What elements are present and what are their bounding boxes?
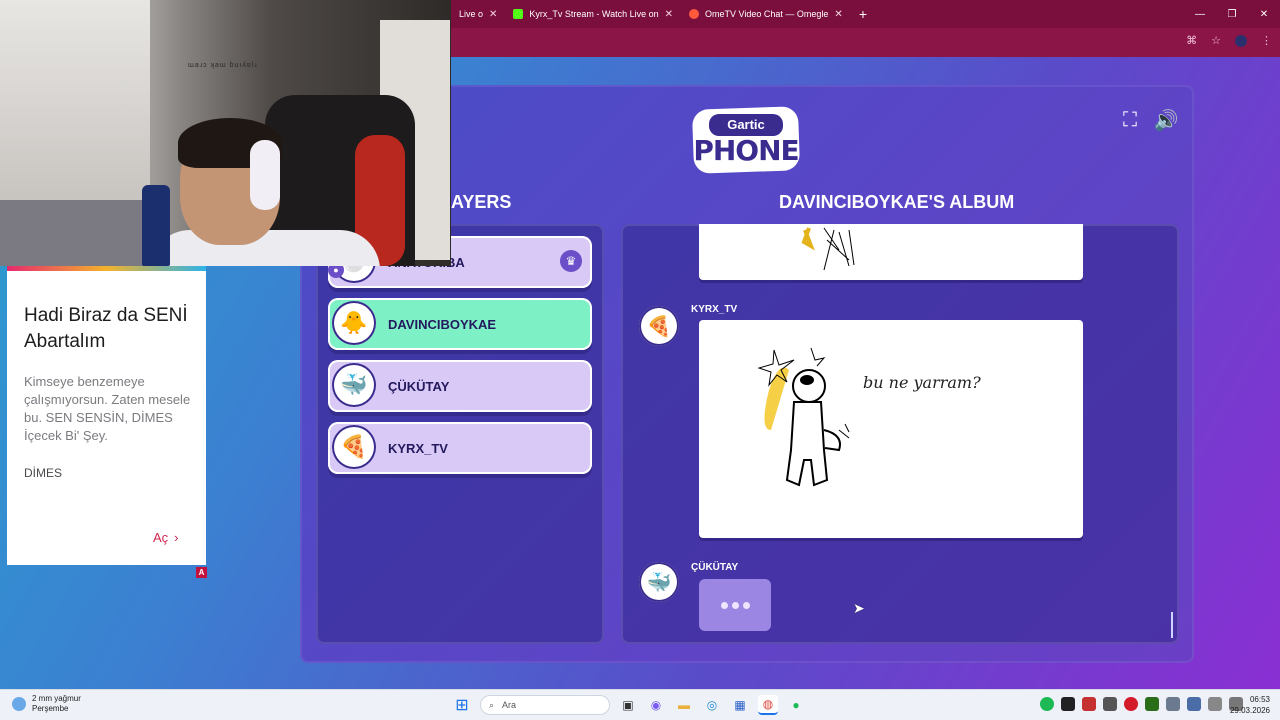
fullscreen-icon[interactable]: ⛶	[1118, 108, 1142, 132]
ad-open-link[interactable]: Aç ›	[153, 530, 179, 545]
player-avatar: 🐳	[332, 363, 376, 407]
streamer-body	[150, 230, 380, 266]
app-tray-icon[interactable]	[1082, 697, 1096, 711]
tab-label: Kyrx_Tv Stream - Watch Live on	[529, 9, 659, 19]
close-icon[interactable]: ✕	[489, 9, 497, 20]
profile-avatar[interactable]	[1235, 34, 1247, 47]
game-top-icons: ⛶ 🔊	[1118, 108, 1178, 132]
ad-badge[interactable]: A	[196, 567, 207, 578]
typing-indicator	[699, 579, 771, 631]
author-avatar: 🐳	[639, 562, 679, 602]
window-controls: — ❐ ✕	[1184, 0, 1280, 28]
gartic-phone-logo: Gartic PHONE	[687, 104, 805, 176]
tab-live[interactable]: Live o ✕	[451, 0, 505, 28]
author-name: KYRX_TV	[691, 304, 738, 315]
translate-icon[interactable]: ⌘	[1186, 34, 1197, 47]
app-tray-icon[interactable]	[1061, 697, 1075, 711]
player-avatar: 🐥	[332, 301, 376, 345]
edge-icon[interactable]: ◎	[702, 695, 722, 715]
author-avatar: 🍕	[639, 306, 679, 346]
ometv-icon	[689, 9, 700, 19]
author-name: ÇÜKÜTAY	[691, 562, 739, 573]
taskbar-search[interactable]: ⌕ Ara	[480, 695, 610, 715]
drawing-canvas	[699, 224, 1083, 280]
minimize-button[interactable]: —	[1184, 0, 1216, 28]
weather-widget[interactable]: 2 mm yağmur Perşembe	[12, 694, 81, 714]
water-bottle	[142, 185, 170, 266]
tab-label: Live o	[459, 9, 484, 19]
close-icon[interactable]: ✕	[665, 9, 673, 20]
ad-open-label: Aç	[153, 530, 169, 545]
kick-icon	[513, 9, 524, 19]
player-card-active: 🐥 DAVINCIBOYKAE	[328, 298, 592, 350]
rain-icon	[12, 697, 26, 711]
crown-icon: ♛	[560, 250, 582, 272]
ad-title: Hadi Biraz da SENİ Abartalım	[24, 305, 188, 352]
mouse-cursor-icon: ➤	[853, 600, 865, 616]
clock-time: 06:53	[1249, 695, 1270, 704]
webcam-caption: ɯaɹɔ ʞaɯ ɓuıʎɐlɹ	[188, 62, 258, 69]
windows-taskbar: 2 mm yağmur Perşembe ⊞ ⌕ Ara ▣ ◉ ▬ ◎ ▦ ◍…	[0, 689, 1280, 720]
taskbar-clock[interactable]: 06:53 29.03.2026	[1226, 694, 1270, 716]
windows-start-icon[interactable]: ⊞	[452, 695, 472, 715]
usb-icon[interactable]	[1166, 697, 1180, 711]
bed	[0, 200, 160, 266]
ad-color-strip	[7, 266, 206, 271]
players-title: AYERS	[451, 192, 512, 212]
player-avatar: 🍕	[332, 425, 376, 469]
players-list: 🐣 ANATORIBA ♛ ● 🐥 DAVINCIBOYKAE 🐳 ÇÜKÜTA…	[316, 224, 604, 644]
webcam-overlay: ɯaɹɔ ʞaɯ ɓuıʎɐlɹ	[0, 0, 451, 266]
album-title: DAVINCIBOYKAE'S ALBUM	[779, 192, 1015, 212]
album-panel: 🍕 KYRX_TV bu ne yarram? 🐳 ÇÜKÜTAY	[621, 224, 1179, 644]
search-icon: ⌕	[489, 699, 495, 710]
new-tab-button[interactable]: +	[851, 6, 875, 22]
weather-line-1: 2 mm yağmur	[32, 694, 81, 703]
tab-ometv[interactable]: OmeTV Video Chat — Omegle ✕	[681, 0, 851, 28]
file-explorer-icon[interactable]: ▬	[674, 695, 694, 715]
spotify-icon[interactable]: ●	[786, 695, 806, 715]
close-icon[interactable]: ✕	[834, 9, 842, 20]
app-tray-icon[interactable]	[1124, 697, 1138, 711]
copilot-icon[interactable]: ◉	[646, 695, 666, 715]
bookmark-star-icon[interactable]: ☆	[1211, 34, 1221, 47]
drawing-sketch	[757, 347, 850, 487]
drawing-canvas: bu ne yarram?	[699, 320, 1083, 538]
player-card: 🍕 KYRX_TV	[328, 422, 592, 474]
search-placeholder: Ara	[502, 700, 517, 710]
task-view-icon[interactable]: ▣	[618, 695, 638, 715]
close-window-button[interactable]: ✕	[1248, 0, 1280, 28]
headset	[250, 140, 280, 210]
player-name: KYRX_TV	[388, 440, 448, 456]
ad-body: Kimseye benzemeye çalışmıyorsun. Zaten m…	[24, 374, 191, 443]
advertisement-card[interactable]: Hadi Biraz da SENİ Abartalım Kimseye ben…	[7, 266, 206, 565]
chrome-icon[interactable]: ◍	[758, 695, 778, 715]
taskbar-apps: ⊞ ⌕ Ara ▣ ◉ ▬ ◎ ▦ ◍ ●	[452, 695, 806, 715]
player-card: 🐳 ÇÜKÜTAY	[328, 360, 592, 412]
restore-button[interactable]: ❐	[1216, 0, 1248, 28]
address-bar-icons: ⌘ ☆ ⋮	[1186, 34, 1272, 47]
clock-date: 29.03.2026	[1229, 706, 1270, 715]
logo-top-text: Gartic	[709, 114, 783, 136]
tab-label: OmeTV Video Chat — Omegle	[705, 9, 829, 19]
logo-bottom-text: PHONE	[693, 134, 799, 167]
volume-icon[interactable]: 🔊	[1154, 108, 1179, 132]
network-icon[interactable]	[1208, 697, 1222, 711]
drawing-sketch	[801, 227, 855, 271]
app-tray-icon[interactable]	[1103, 697, 1117, 711]
player-name: ÇÜKÜTAY	[388, 378, 450, 394]
system-tray	[1040, 697, 1243, 711]
app-tray-icon[interactable]	[1145, 697, 1159, 711]
tab-kick-stream[interactable]: Kyrx_Tv Stream - Watch Live on ✕	[505, 0, 681, 28]
player-name: DAVINCIBOYKAE	[388, 316, 497, 332]
menu-kebab-icon[interactable]: ⋮	[1261, 34, 1272, 47]
weather-text: 2 mm yağmur Perşembe	[32, 694, 81, 714]
weather-line-2: Perşembe	[32, 704, 69, 713]
album-scrollbar[interactable]	[1171, 612, 1173, 638]
spotify-tray-icon[interactable]	[1040, 697, 1054, 711]
app-tray-icon[interactable]	[1187, 697, 1201, 711]
drawing-text: bu ne yarram?	[863, 373, 981, 392]
ad-brand: DİMES	[24, 466, 63, 480]
chevron-right-icon: ›	[174, 530, 179, 545]
store-icon[interactable]: ▦	[730, 695, 750, 715]
